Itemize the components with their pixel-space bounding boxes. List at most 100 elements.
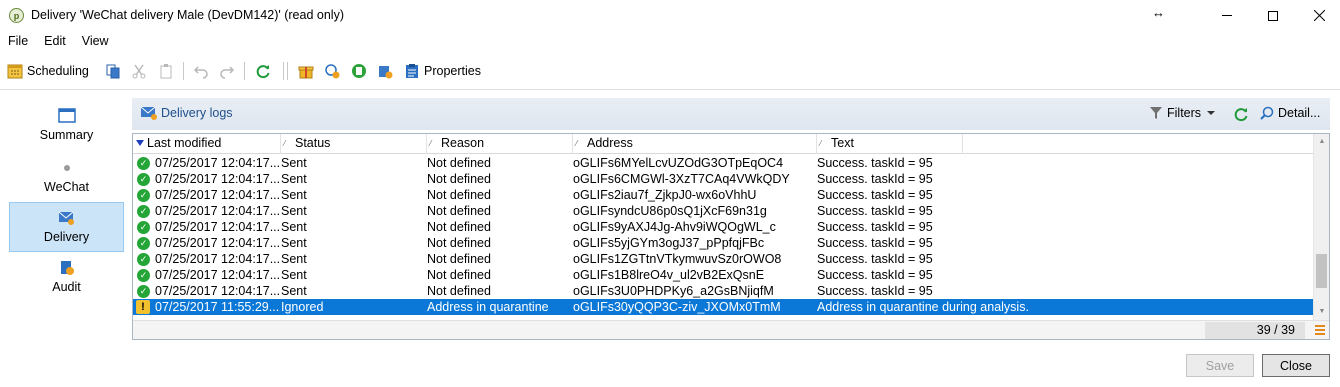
list-menu-icon[interactable] — [1315, 325, 1325, 335]
table-row[interactable]: ✓ 07/25/2017 12:04:17... Sent Not defined oG… — [133, 251, 1313, 267]
column-sort-icon: ⁄ — [576, 139, 578, 148]
search-icon — [1260, 106, 1274, 120]
menu-edit[interactable]: Edit — [36, 31, 74, 51]
nav-item-wechat[interactable]: WeChat — [9, 152, 124, 202]
table-row[interactable]: ✓ 07/25/2017 12:04:17... Sent Not defined oG… — [133, 187, 1313, 203]
column-reason[interactable]: ⁄ Reason — [427, 134, 573, 154]
cell-modified: 07/25/2017 12:04:17... — [155, 204, 281, 218]
maximize-button[interactable] — [1250, 0, 1296, 31]
toolbar: Scheduling Properties — [0, 56, 1340, 86]
cell-status: Sent — [281, 156, 307, 170]
cell-address: oGLIFs1ZGTtnVTkymwuvSz0rOWO8 — [573, 252, 782, 266]
table-row[interactable]: ✓ 07/25/2017 12:04:17... Sent Not defined oG… — [133, 219, 1313, 235]
app-icon: p — [9, 8, 24, 23]
cell-address: oGLIFs1B8lreO4v_ul2vB2ExQsnE — [573, 268, 765, 282]
table-row[interactable]: ✓ 07/25/2017 12:04:17... Sent Not defined oG… — [133, 155, 1313, 171]
table-row[interactable]: ✓ 07/25/2017 12:04:17... Sent Not defined oG… — [133, 267, 1313, 283]
cell-modified: 07/25/2017 12:04:17... — [155, 220, 281, 234]
cell-status: Sent — [281, 268, 307, 282]
scroll-thumb[interactable] — [1316, 254, 1327, 288]
scroll-down-icon[interactable]: ▼ — [1314, 304, 1330, 320]
copy-button[interactable] — [105, 60, 121, 82]
check-icon: ✓ — [137, 189, 150, 202]
logs-table: Last modified ⁄ Status ⁄ Reason ⁄ Addres… — [132, 133, 1330, 340]
refresh-icon[interactable] — [1233, 106, 1249, 122]
scroll-up-icon[interactable]: ▲ — [1314, 134, 1330, 150]
check-icon: ✓ — [137, 221, 150, 234]
table-row[interactable]: ✓ 07/25/2017 12:04:17... Sent Not defined oG… — [133, 203, 1313, 219]
table-header: Last modified ⁄ Status ⁄ Reason ⁄ Addres… — [133, 134, 1313, 154]
nav-label: WeChat — [44, 180, 89, 194]
check-icon: ✓ — [137, 269, 150, 282]
window-title: Delivery 'WeChat delivery Male (DevDM142… — [31, 8, 344, 22]
cell-status: Sent — [281, 220, 307, 234]
menu-file[interactable]: File — [0, 31, 36, 51]
cell-text: Success. taskId = 95 — [817, 268, 933, 282]
cell-address: oGLIFs6MYelLcvUZOdG3OTpEqOC4 — [573, 156, 784, 170]
toolbar-separator — [287, 62, 288, 80]
scheduling-label: Scheduling — [27, 64, 89, 78]
toolbar-separator — [283, 62, 284, 80]
cell-reason: Not defined — [427, 284, 491, 298]
cell-address: oGLIFs3U0PHDPKy6_a2GsBNjiqfM — [573, 284, 774, 298]
table-row[interactable]: ✓ 07/25/2017 12:04:17... Sent Not defined oG… — [133, 171, 1313, 187]
properties-button[interactable]: Properties — [404, 60, 481, 82]
paste-button[interactable] — [158, 60, 174, 82]
cell-reason: Not defined — [427, 172, 491, 186]
menu-view[interactable]: View — [74, 31, 117, 51]
summary-icon — [57, 108, 76, 123]
undo-button[interactable] — [193, 60, 209, 82]
filter-icon — [1150, 107, 1162, 119]
nav-item-audit[interactable]: Audit — [9, 252, 124, 302]
cell-address: oGLIFsyndcU86p0sQ1jXcF69n31g — [573, 204, 767, 218]
calculator-button[interactable] — [351, 60, 367, 82]
analyze-button[interactable] — [324, 60, 340, 82]
table-row[interactable]: ✓ 07/25/2017 12:04:17... Sent Not defined oG… — [133, 283, 1313, 299]
gift-icon — [298, 66, 314, 79]
cell-status: Ignored — [281, 300, 324, 314]
save-button[interactable]: Save — [1186, 354, 1254, 377]
cell-address: oGLIFs2iau7f_ZjkpJ0-wx6oVhhU — [573, 188, 757, 202]
toolbar-divider — [0, 89, 1340, 90]
send-button[interactable] — [377, 60, 393, 82]
column-address[interactable]: ⁄ Address — [573, 134, 817, 154]
close-window-button[interactable] — [1296, 0, 1340, 31]
cell-status: Sent — [281, 204, 307, 218]
vertical-scrollbar[interactable]: ▲ ▼ — [1313, 134, 1329, 320]
column-label: Last modified — [147, 136, 222, 150]
table-row[interactable]: ! 07/25/2017 11:55:29... Ignored Address in… — [133, 299, 1313, 315]
cell-text: Success. taskId = 95 — [817, 188, 933, 202]
redo-button[interactable] — [219, 60, 235, 82]
cell-modified: 07/25/2017 12:04:17... — [155, 156, 281, 170]
detail-button[interactable]: Detail... — [1260, 106, 1320, 120]
refresh-button[interactable] — [255, 60, 271, 82]
minimize-button[interactable] — [1204, 0, 1250, 31]
copy-icon — [106, 64, 120, 79]
check-icon: ✓ — [137, 157, 150, 170]
filters-button[interactable]: Filters — [1150, 106, 1216, 120]
cell-reason: Not defined — [427, 252, 491, 266]
cell-reason: Address in quarantine — [427, 300, 549, 314]
cell-text: Success. taskId = 95 — [817, 252, 933, 266]
cell-modified: 07/25/2017 12:04:17... — [155, 268, 281, 282]
nav-item-summary[interactable]: Summary — [9, 100, 124, 150]
cut-button[interactable] — [131, 60, 147, 82]
cell-reason: Not defined — [427, 188, 491, 202]
cell-address: oGLIFs9yAXJ4Jg-Ahv9iWQOgWL_c — [573, 220, 776, 234]
check-icon: ✓ — [137, 285, 150, 298]
column-text[interactable]: ⁄ Text — [817, 134, 963, 154]
cell-modified: 07/25/2017 12:04:17... — [155, 236, 281, 250]
scheduling-button[interactable]: Scheduling — [7, 60, 89, 82]
gift-button[interactable] — [298, 60, 314, 82]
properties-label: Properties — [424, 64, 481, 78]
close-button[interactable]: Close — [1262, 354, 1330, 377]
check-icon: ✓ — [137, 205, 150, 218]
nav-item-delivery[interactable]: Delivery — [9, 202, 124, 252]
cell-status: Sent — [281, 172, 307, 186]
check-icon: ✓ — [137, 173, 150, 186]
cell-reason: Not defined — [427, 220, 491, 234]
column-status[interactable]: ⁄ Status — [281, 134, 427, 154]
table-row[interactable]: ✓ 07/25/2017 12:04:17... Sent Not defined oG… — [133, 235, 1313, 251]
column-last-modified[interactable]: Last modified — [133, 134, 281, 154]
resize-icon[interactable]: ↔ — [1152, 5, 1165, 20]
